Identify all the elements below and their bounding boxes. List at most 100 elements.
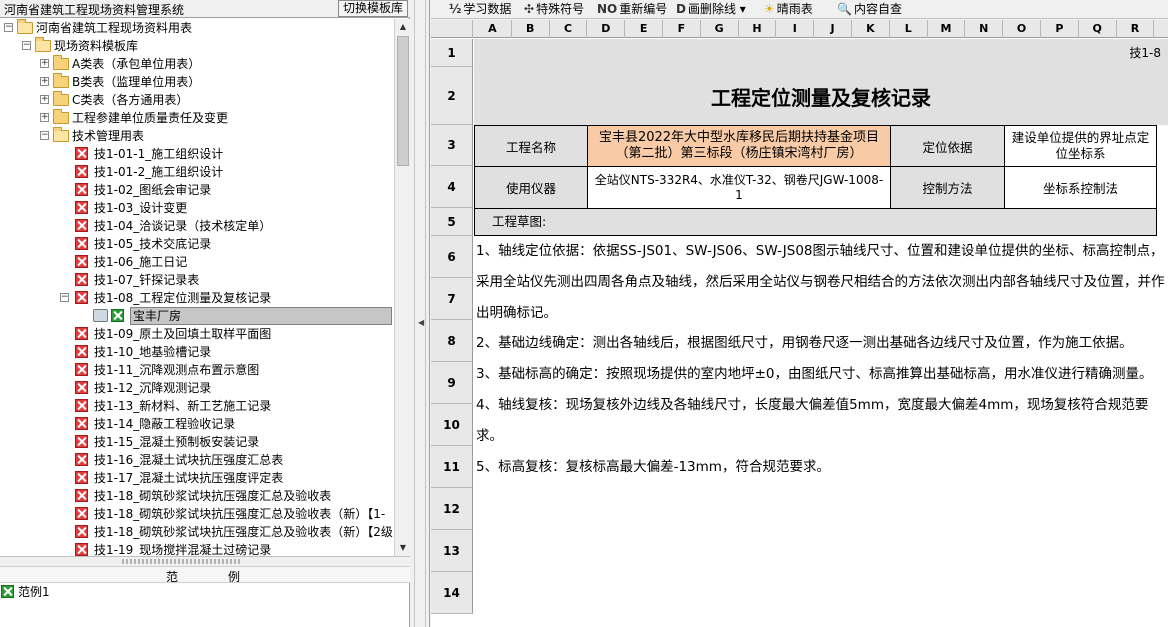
column-header-cell[interactable]: Q (1079, 20, 1117, 38)
tree-item[interactable]: 技1-18_砌筑砂浆试块抗压强度汇总及验收表（新）【2级 (0, 523, 394, 541)
splitter-grip[interactable] (122, 559, 242, 564)
collapse-icon[interactable]: − (40, 131, 49, 140)
column-header-cell[interactable]: F (663, 20, 701, 38)
tree-item[interactable]: 技1-06_施工日记 (0, 253, 394, 271)
column-header-cell[interactable]: M (928, 20, 966, 38)
tree-item[interactable]: − 技1-08_工程定位测量及复核记录 (0, 289, 394, 307)
tree-item[interactable]: + C类表（各方通用表） (0, 91, 394, 109)
row-header-cell[interactable]: 8 (431, 320, 473, 362)
row-header-cell[interactable]: 10 (431, 404, 473, 446)
project-name-value[interactable]: 宝丰县2022年大中型水库移民后期扶持基金项目（第二批）第三标段（杨庄镇宋湾村厂… (587, 125, 891, 167)
tree-item[interactable]: 技1-05_技术交底记录 (0, 235, 394, 253)
tree-item[interactable]: 技1-18_砌筑砂浆试块抗压强度汇总及验收表（新）【1- (0, 505, 394, 523)
expand-icon[interactable]: + (40, 59, 49, 68)
column-header-cell[interactable]: J (814, 20, 852, 38)
tree-item[interactable]: 技1-02_图纸会审记录 (0, 181, 394, 199)
tree-item[interactable]: 宝丰厂房 (0, 307, 394, 325)
column-header-cell[interactable]: K (852, 20, 890, 38)
tree-item[interactable]: 技1-04_洽谈记录（技术核定单） (0, 217, 394, 235)
collapse-icon[interactable]: − (22, 41, 31, 50)
column-header-cell[interactable]: H (739, 20, 777, 38)
tree-item[interactable]: 技1-13_新材料、新工艺施工记录 (0, 397, 394, 415)
column-header-cell[interactable]: E (625, 20, 663, 38)
toolbar-button[interactable]: ✣ 特殊符号 (524, 1, 584, 18)
column-header-cell[interactable]: L (890, 20, 928, 38)
tree-item[interactable]: − 技术管理用表 (0, 127, 394, 145)
spreadsheet[interactable]: ABCDEFGHIJKLMNOPQR 1 2 3 4 5 6 7 8 9 10 11 12 13 14 技… (431, 20, 1168, 627)
main-splitter[interactable]: ◀ (410, 0, 430, 627)
row-header-cell[interactable]: 2 (431, 67, 473, 125)
instrument-value[interactable]: 全站仪NTS-332R4、水准仪T-32、钢卷尺JGW-1008-1 (587, 166, 891, 209)
row-header-cell[interactable]: 3 (431, 125, 473, 166)
tree-item[interactable]: 技1-14_隐蔽工程验收记录 (0, 415, 394, 433)
sketch-content[interactable]: 1、轴线定位依据：依据SS-JS01、SW-JS06、SW-JS08图示轴线尺寸… (474, 236, 1168, 482)
tree-item[interactable]: 技1-19_现场搅拌混凝土过磅记录 (0, 541, 394, 556)
select-all-corner[interactable] (431, 20, 473, 38)
tree-item[interactable]: 技1-03_设计变更 (0, 199, 394, 217)
tree-item[interactable]: + B类表（监理单位用表） (0, 73, 394, 91)
tree-item[interactable]: − 河南省建筑工程现场资料用表 (0, 19, 394, 37)
expand-icon[interactable]: + (40, 77, 49, 86)
content-paragraph[interactable]: 2、基础边线确定：测出各轴线后，根据图纸尺寸，用钢卷尺逐一测出基础各边线尺寸及位… (476, 328, 1168, 359)
control-value[interactable]: 坐标系控制法 (1004, 166, 1157, 209)
basis-value[interactable]: 建设单位提供的界址点定位坐标系 (1004, 125, 1157, 167)
column-header-cell[interactable]: D (587, 20, 626, 38)
tree-item-label: 技1-09_原土及回填土取样平面图 (94, 327, 272, 341)
content-paragraph[interactable]: 1、轴线定位依据：依据SS-JS01、SW-JS06、SW-JS08图示轴线尺寸… (476, 236, 1168, 328)
toolbar-button[interactable]: 🔍 内容自查 (837, 1, 902, 18)
row-header-cell[interactable]: 1 (431, 39, 473, 67)
scroll-thumb[interactable] (397, 36, 409, 166)
collapse-icon[interactable]: − (60, 293, 69, 302)
tree-item[interactable]: 技1-15_混凝土预制板安装记录 (0, 433, 394, 451)
tree-item[interactable]: + 工程参建单位质量责任及变更 (0, 109, 394, 127)
folder-icon (53, 73, 69, 88)
tree-item[interactable]: 技1-01-2_施工组织设计 (0, 163, 394, 181)
list-item[interactable]: 范例1 (0, 583, 410, 601)
scroll-down-icon[interactable]: ▼ (395, 540, 411, 556)
collapse-left-icon[interactable]: ◀ (418, 318, 424, 327)
tree-item[interactable]: − 现场资料模板库 (0, 37, 394, 55)
row-header-cell[interactable]: 13 (431, 530, 473, 572)
tree-item[interactable]: 技1-17_混凝土试块抗压强度评定表 (0, 469, 394, 487)
row-header-cell[interactable]: 5 (431, 208, 473, 236)
tree-scrollbar[interactable]: ▲ ▼ (394, 19, 410, 556)
toolbar-button[interactable]: D 画删除线 ▾ (676, 1, 746, 18)
column-header-cell[interactable]: P (1041, 20, 1079, 38)
switch-template-button[interactable]: 切换模板库 (337, 0, 408, 17)
tree-item[interactable]: 技1-01-1_施工组织设计 (0, 145, 394, 163)
row-header-cell[interactable]: 9 (431, 362, 473, 404)
column-header-cell[interactable]: O (1003, 20, 1041, 38)
scroll-up-icon[interactable]: ▲ (395, 19, 411, 35)
tree-item[interactable]: 技1-18_砌筑砂浆试块抗压强度汇总及验收表 (0, 487, 394, 505)
tree-item[interactable]: 技1-10_地基验槽记录 (0, 343, 394, 361)
column-header-cell[interactable]: C (550, 20, 588, 38)
column-header-cell[interactable]: A (474, 20, 512, 38)
tree-item[interactable]: 技1-16_混凝土试块抗压强度汇总表 (0, 451, 394, 469)
toolbar-button[interactable]: ☀ 晴雨表 (764, 1, 813, 18)
pane-splitter-horizontal[interactable] (0, 556, 410, 566)
expand-icon[interactable]: + (40, 113, 49, 122)
content-paragraph[interactable]: 5、标高复核：复核标高最大偏差-13mm，符合规范要求。 (476, 452, 1168, 483)
tree-item[interactable]: 技1-09_原土及回填土取样平面图 (0, 325, 394, 343)
toolbar-button[interactable]: ½ 学习数据 (449, 1, 511, 18)
row-header-cell[interactable]: 14 (431, 572, 473, 614)
content-paragraph[interactable]: 3、基础标高的确定：按照现场提供的室内地坪±0，由图纸尺寸、标高推算出基础标高，… (476, 359, 1168, 390)
collapse-icon[interactable]: − (4, 23, 13, 32)
column-header-cell[interactable]: G (701, 20, 739, 38)
row-header-cell[interactable]: 7 (431, 278, 473, 320)
tree-item[interactable]: 技1-12_沉降观测记录 (0, 379, 394, 397)
row-header-cell[interactable]: 6 (431, 236, 473, 278)
row-header-cell[interactable]: 11 (431, 446, 473, 488)
column-header-cell[interactable]: B (512, 20, 550, 38)
toolbar-button[interactable]: NO 重新编号 (597, 1, 667, 18)
row-header-cell[interactable]: 12 (431, 488, 473, 530)
content-paragraph[interactable]: 4、轴线复核：现场复核外边线及各轴线尺寸，长度最大偏差值5mm，宽度最大偏差4m… (476, 390, 1168, 452)
column-header-cell[interactable]: N (965, 20, 1004, 38)
row-header-cell[interactable]: 4 (431, 166, 473, 208)
column-header-cell[interactable]: R (1117, 20, 1155, 38)
tree-item[interactable]: + A类表（承包单位用表） (0, 55, 394, 73)
tree-item[interactable]: 技1-11_沉降观测点布置示意图 (0, 361, 394, 379)
expand-icon[interactable]: + (40, 95, 49, 104)
tree-item[interactable]: 技1-07_钎探记录表 (0, 271, 394, 289)
column-header-cell[interactable]: I (776, 20, 815, 38)
